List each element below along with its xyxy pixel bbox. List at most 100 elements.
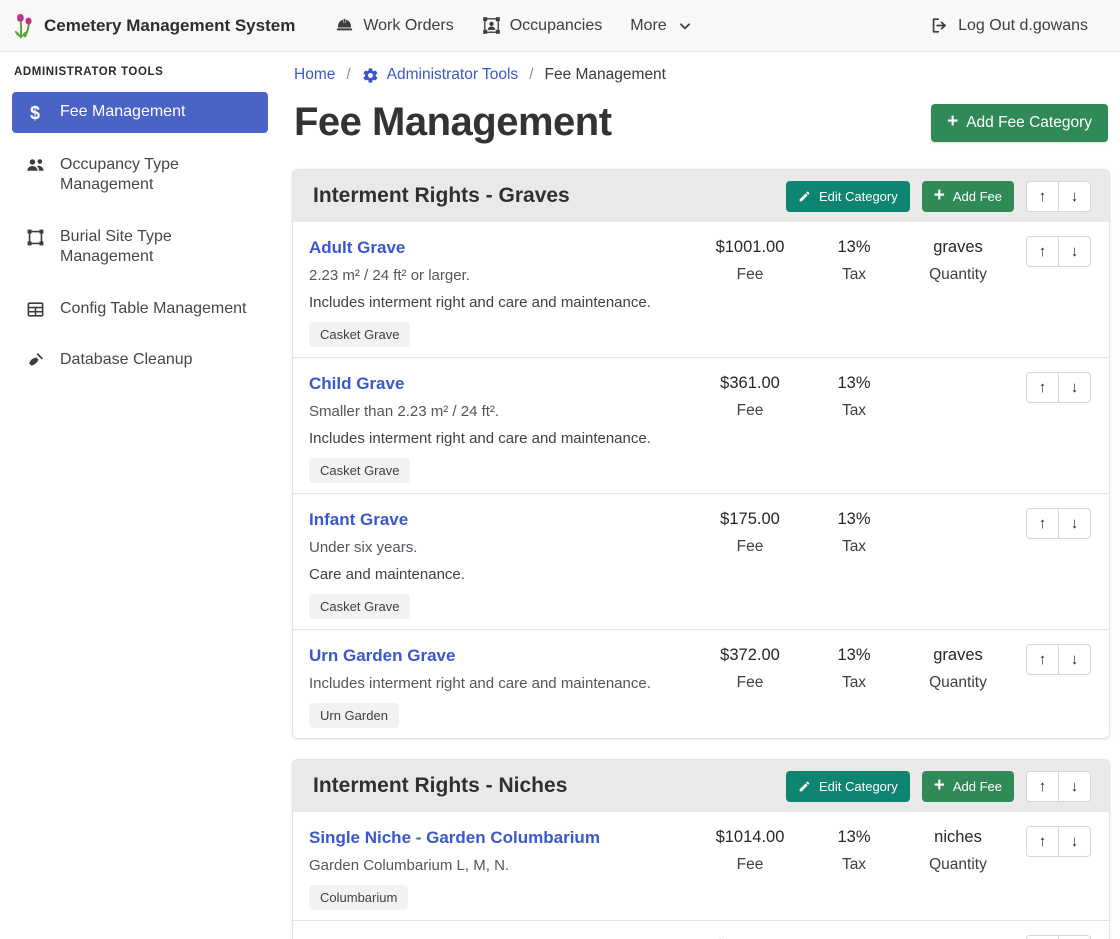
category-body: Adult Grave 2.23 m² / 24 ft² or larger. … [293,222,1109,738]
main-content: Home / Administrator Tools / Fee Managem… [280,52,1120,939]
tax-column: 13% Tax [802,372,906,420]
move-fee-up-button[interactable]: ↑ [1026,236,1059,267]
fee-amount-label: Fee [698,538,802,556]
move-fee-up-button[interactable]: ↑ [1026,508,1059,539]
fee-row: Adult Grave 2.23 m² / 24 ft² or larger. … [293,222,1109,358]
fee-row: Single Niche - Garden Columbarium Garden… [293,812,1109,921]
quantity-label: Quantity [906,266,1010,284]
category-header: Interment Rights - Graves Edit Category … [293,170,1109,222]
top-navbar: Cemetery Management System Work Orders [0,0,1120,52]
move-fee-down-button[interactable]: ↓ [1058,935,1091,939]
quantity-value: graves [906,646,1010,665]
sidebar-item-label: Occupancy Type Management [60,155,256,196]
people-icon [24,156,46,174]
tax-label: Tax [802,538,906,556]
sidebar-item-burial-site-type[interactable]: Burial Site Type Management [12,218,268,277]
sidebar-item-label: Fee Management [60,102,185,122]
nav-work-orders[interactable]: Work Orders [321,8,467,43]
tax-column: 13% Tax [802,644,906,692]
quantity-column: niches Quantity [906,826,1010,874]
tax-label: Tax [802,674,906,692]
sidebar-item-label: Database Cleanup [60,350,193,370]
move-category-down-button[interactable]: ↓ [1058,771,1091,802]
add-fee-button[interactable]: + Add Fee [922,181,1014,212]
move-fee-up-button[interactable]: ↑ [1026,935,1059,939]
edit-category-button[interactable]: Edit Category [786,771,910,802]
move-fee-down-button[interactable]: ↓ [1058,236,1091,267]
table-icon [24,300,46,319]
move-category-up-button[interactable]: ↑ [1026,181,1059,212]
move-fee-down-button[interactable]: ↓ [1058,508,1091,539]
fee-column: $361.00 Fee [698,372,802,420]
fee-name-link[interactable]: Adult Grave [309,238,405,258]
fee-row: Infant Grave Under six years. Care and m… [293,494,1109,630]
fee-description-line2: Includes interment right and care and ma… [309,430,698,447]
fee-type-badge: Columbarium [309,885,408,910]
quantity-column: graves Quantity [906,236,1010,284]
app-title: Cemetery Management System [44,16,295,36]
move-fee-down-button[interactable]: ↓ [1058,826,1091,857]
breadcrumb-separator: / [529,66,533,84]
fee-name-link[interactable]: Single Niche - Garden Columbarium [309,828,600,848]
fee-description-line1: Includes interment right and care and ma… [309,675,698,692]
breadcrumb-admin-tools-link[interactable]: Administrator Tools [362,66,519,84]
sidebar-item-occupancy-type[interactable]: Occupancy Type Management [12,146,268,205]
sidebar-item-database-cleanup[interactable]: Database Cleanup [12,341,268,379]
fee-amount-label: Fee [698,856,802,874]
app-brand[interactable]: Cemetery Management System [10,12,295,40]
fee-amount: $1014.00 [698,828,802,847]
move-fee-down-button[interactable]: ↓ [1058,644,1091,675]
fee-description-line2: Care and maintenance. [309,566,698,583]
fee-name-link[interactable]: Child Grave [309,374,404,394]
breadcrumb-current: Fee Management [545,66,667,84]
breadcrumb-home-link[interactable]: Home [294,66,335,84]
chevron-down-icon [678,19,692,33]
page-title: Fee Management [294,100,612,145]
fee-row: Child Grave Smaller than 2.23 m² / 24 ft… [293,358,1109,494]
sidebar-item-config-table[interactable]: Config Table Management [12,290,268,328]
add-fee-button[interactable]: + Add Fee [922,771,1014,802]
tax-rate: 13% [802,828,906,847]
fee-description-line1: 2.23 m² / 24 ft² or larger. [309,267,698,284]
frame-icon [24,228,46,247]
logout-link[interactable]: Log Out d.gowans [916,8,1102,43]
nav-more-dropdown[interactable]: More [616,9,705,43]
nav-occupancies[interactable]: Occupancies [468,8,617,43]
move-fee-up-button[interactable]: ↑ [1026,372,1059,403]
plus-icon: + [934,776,945,795]
fee-description-line1: Smaller than 2.23 m² / 24 ft². [309,403,698,420]
tax-column: 13% Tax [802,826,906,874]
fee-category-card: Interment Rights - Graves Edit Category … [292,169,1110,739]
category-title: Interment Rights - Graves [313,184,570,208]
nav-more-label: More [630,17,666,35]
edit-category-label: Edit Category [819,779,898,794]
category-header: Interment Rights - Niches Edit Category … [293,760,1109,812]
move-fee-down-button[interactable]: ↓ [1058,372,1091,403]
breadcrumb-separator: / [346,66,350,84]
quantity-label: Quantity [906,856,1010,874]
pencil-icon [798,190,811,203]
fee-type-badge: Casket Grave [309,322,410,347]
tax-rate: 13% [802,238,906,257]
move-category-down-button[interactable]: ↓ [1058,181,1091,212]
fee-description-line1: Under six years. [309,539,698,556]
quantity-value: graves [906,238,1010,257]
tax-column: 13% Tax [802,236,906,284]
tax-column: 13% Tax [802,508,906,556]
category-title: Interment Rights - Niches [313,774,567,798]
fee-description-line1: Garden Columbarium L, M, N. [309,857,698,874]
sidebar-item-fee-management[interactable]: $ Fee Management [12,92,268,133]
plus-icon: + [947,112,958,131]
fee-name-link[interactable]: Urn Garden Grave [309,646,455,666]
fee-description-line2: Includes interment right and care and ma… [309,294,698,311]
add-fee-category-button[interactable]: + Add Fee Category [931,104,1108,142]
edit-category-button[interactable]: Edit Category [786,181,910,212]
tulip-logo-icon [10,12,36,40]
sidebar-heading: Administrator Tools [14,66,280,78]
category-list: Interment Rights - Graves Edit Category … [292,169,1110,939]
fee-name-link[interactable]: Infant Grave [309,510,408,530]
move-fee-up-button[interactable]: ↑ [1026,644,1059,675]
move-category-up-button[interactable]: ↑ [1026,771,1059,802]
fee-type-badge: Casket Grave [309,458,410,483]
move-fee-up-button[interactable]: ↑ [1026,826,1059,857]
